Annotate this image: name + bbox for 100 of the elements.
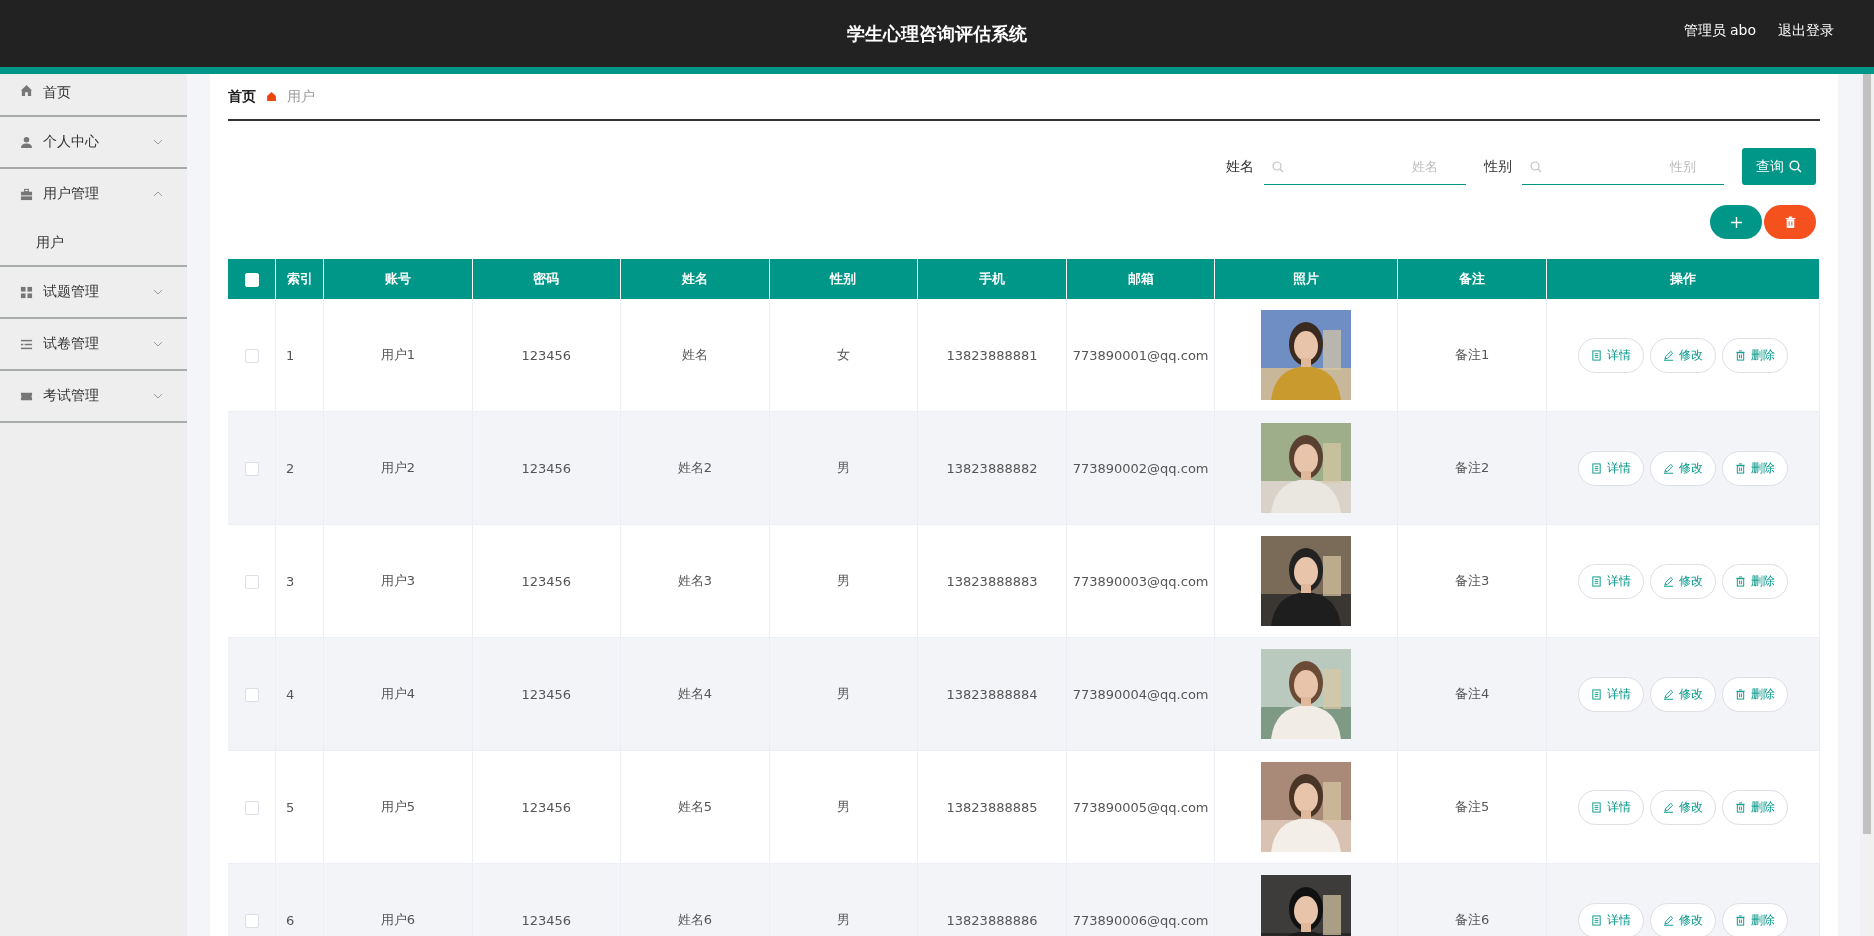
pencil-icon [1663,801,1674,813]
trash-icon [1735,575,1746,587]
field-label: 性别 [1484,157,1512,176]
table-cell: 123456 [521,573,572,589]
sidebar-subitem[interactable]: 用户 [0,219,187,265]
pencil-icon [1663,349,1674,361]
pencil-icon [1663,575,1674,587]
detail-button[interactable]: 详情 [1578,337,1644,373]
scrollbar[interactable] [1860,74,1874,936]
table-cell: 123456 [521,460,572,476]
table-cell: 用户1 [380,347,415,362]
house-icon [266,91,277,102]
detail-button[interactable]: 详情 [1578,563,1644,599]
search-field[interactable]: 姓名 [1264,148,1466,185]
edit-button[interactable]: 修改 [1650,450,1716,486]
detail-button[interactable]: 详情 [1578,676,1644,712]
table-cell: 姓名5 [677,799,713,814]
detail-button[interactable]: 详情 [1578,450,1644,486]
table-cell: 备注6 [1455,912,1490,927]
trash-icon [1735,688,1746,700]
chevron-up-icon [153,191,163,197]
row-checkbox[interactable] [244,800,259,815]
column-header: 密码 [533,271,560,286]
delete-button[interactable]: 删除 [1722,789,1788,825]
table-cell: 773890002@qq.com [1072,460,1209,476]
table-cell: 用户3 [380,573,415,588]
table-cell: 备注5 [1455,799,1490,814]
column-header: 姓名 [681,271,708,286]
delete-button[interactable]: 删除 [1722,450,1788,486]
column-header: 照片 [1293,271,1320,286]
logout-link[interactable]: 退出登录 [1778,22,1834,40]
detail-button[interactable]: 详情 [1578,789,1644,825]
table-cell: 13823888884 [946,686,1038,702]
document-icon [1591,688,1602,700]
trash-icon [1735,914,1746,926]
trash-icon [1783,215,1797,229]
table-cell: 姓名 [681,347,708,362]
edit-button[interactable]: 修改 [1650,337,1716,373]
table-cell: 3 [286,573,295,589]
table-cell: 用户5 [380,799,415,814]
sidebar-item[interactable]: 试卷管理 [0,319,187,369]
column-header: 性别 [830,271,857,286]
table-cell: 773890004@qq.com [1072,686,1209,702]
pencil-icon [1663,688,1674,700]
column-header: 备注 [1459,271,1486,286]
sidebar-item[interactable]: 首页 [0,74,187,115]
table-cell: 备注4 [1455,686,1490,701]
sidebar-item[interactable]: 考试管理 [0,371,187,421]
table-cell: 姓名2 [677,460,713,475]
breadcrumb-item: 用户 [287,87,315,106]
plus-icon [1729,215,1743,229]
app-title: 学生心理咨询评估系统 [847,21,1027,46]
chevron-down-icon [153,139,163,145]
query-button[interactable]: 查询 [1742,148,1816,185]
select-all-checkbox[interactable] [244,272,259,287]
table-cell: 备注3 [1455,573,1490,588]
edit-button[interactable]: 修改 [1650,789,1716,825]
detail-button[interactable]: 详情 [1578,902,1644,936]
delete-button[interactable]: 删除 [1722,563,1788,599]
document-icon [1591,801,1602,813]
trash-icon [1735,462,1746,474]
edit-button[interactable]: 修改 [1650,563,1716,599]
delete-button[interactable]: 删除 [1722,676,1788,712]
table-cell: 2 [286,460,295,476]
sidebar-item[interactable]: 个人中心 [0,117,187,167]
table-cell: 姓名3 [677,573,713,588]
table-cell: 123456 [521,686,572,702]
table-cell: 13823888882 [946,460,1038,476]
search-field[interactable]: 性别 [1522,148,1724,185]
delete-button[interactable]: 删除 [1722,902,1788,936]
add-button[interactable] [1710,205,1762,239]
row-checkbox[interactable] [244,574,259,589]
sidebar-item[interactable]: 试题管理 [0,267,187,317]
table-cell: 4 [286,686,295,702]
row-checkbox[interactable] [244,913,259,928]
field-label: 姓名 [1226,157,1254,176]
edit-button[interactable]: 修改 [1650,676,1716,712]
column-header: 手机 [979,271,1006,286]
row-checkbox[interactable] [244,461,259,476]
sidebar-item[interactable]: 用户管理 [0,169,187,219]
row-checkbox[interactable] [244,687,259,702]
document-icon [1591,462,1602,474]
table-cell: 男 [836,460,850,475]
edit-button[interactable]: 修改 [1650,902,1716,936]
table-cell: 123456 [521,799,572,815]
document-icon [1591,575,1602,587]
person-icon [20,135,33,149]
delete-button[interactable] [1764,205,1816,239]
briefcase-icon [20,187,33,201]
grid-icon [20,285,33,299]
table-cell: 用户4 [380,686,415,701]
admin-user: 管理员 abo [1683,22,1756,40]
table-cell: 备注1 [1455,347,1490,362]
table-cell: 备注2 [1455,460,1490,475]
table-cell: 男 [836,573,850,588]
table-cell: 女 [836,347,850,362]
row-checkbox[interactable] [244,348,259,363]
breadcrumb-item[interactable]: 首页 [228,87,256,106]
chevron-down-icon [153,289,163,295]
delete-button[interactable]: 删除 [1722,337,1788,373]
